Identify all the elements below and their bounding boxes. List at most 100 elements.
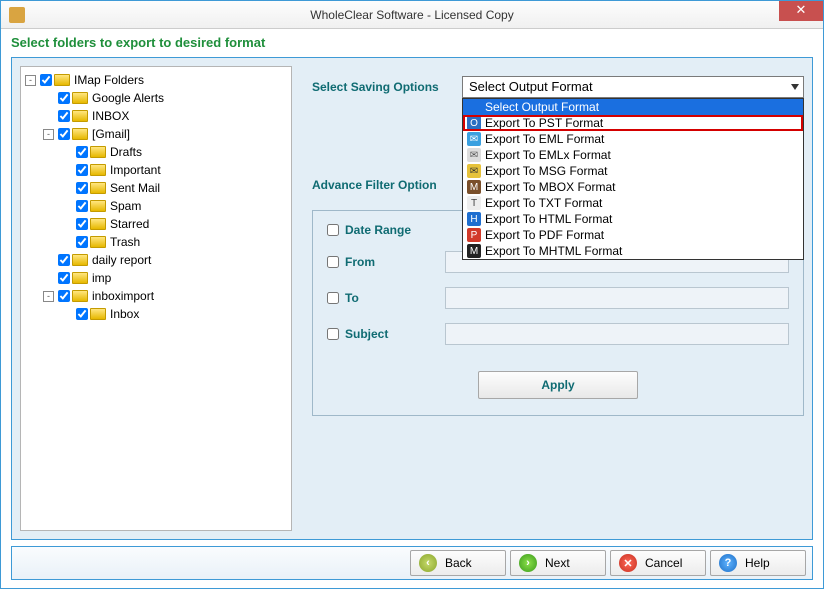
dropdown-option[interactable]: ✉Export To MSG Format [463, 163, 803, 179]
tree-item[interactable]: daily report [43, 251, 289, 269]
tree-item-label[interactable]: daily report [90, 251, 151, 269]
tree-checkbox[interactable] [76, 200, 88, 212]
apply-button[interactable]: Apply [478, 371, 638, 399]
saving-options-label: Select Saving Options [312, 80, 462, 94]
tree-item[interactable]: - [Gmail] [43, 125, 289, 143]
tree-checkbox[interactable] [76, 218, 88, 230]
date-range-checkbox-label[interactable]: Date Range [327, 223, 437, 237]
from-checkbox-label[interactable]: From [327, 255, 437, 269]
tree-item-label[interactable]: Trash [108, 233, 140, 251]
tree-item-label[interactable]: imp [90, 269, 111, 287]
tree-item[interactable]: Drafts [61, 143, 289, 161]
back-button-label: Back [445, 556, 472, 570]
content-panel: -IMap FoldersGoogle AlertsINBOX-[Gmail]D… [11, 57, 813, 540]
tree-item[interactable]: Important [61, 161, 289, 179]
from-checkbox[interactable] [327, 256, 339, 268]
folder-icon [90, 182, 106, 194]
tree-item-label[interactable]: Inbox [108, 305, 139, 323]
tree-checkbox[interactable] [76, 164, 88, 176]
format-icon: ✉ [467, 148, 481, 162]
dropdown-option[interactable]: HExport To HTML Format [463, 211, 803, 227]
cancel-button[interactable]: ✕ Cancel [610, 550, 706, 576]
tree-checkbox[interactable] [76, 146, 88, 158]
folder-icon [72, 128, 88, 140]
format-icon: M [467, 180, 481, 194]
tree-item[interactable]: Trash [61, 233, 289, 251]
output-format-selected[interactable]: Select Output Format [462, 76, 804, 98]
tree-checkbox[interactable] [76, 308, 88, 320]
tree-item[interactable]: Google Alerts [43, 89, 289, 107]
tree-item-label[interactable]: IMap Folders [72, 71, 144, 89]
tree-expander-icon[interactable]: - [43, 291, 54, 302]
dropdown-option[interactable]: MExport To MHTML Format [463, 243, 803, 259]
subject-checkbox-label[interactable]: Subject [327, 327, 437, 341]
dropdown-option[interactable]: ✉Export To EML Format [463, 131, 803, 147]
dropdown-option-label: Export To EMLx Format [485, 148, 611, 162]
dropdown-option-label: Select Output Format [485, 100, 599, 114]
dropdown-option[interactable]: Select Output Format [463, 99, 803, 115]
tree-checkbox[interactable] [76, 182, 88, 194]
tree-item-label[interactable]: inboximport [90, 287, 154, 305]
tree-item-label[interactable]: Sent Mail [108, 179, 160, 197]
tree-checkbox[interactable] [58, 272, 70, 284]
tree-item-label[interactable]: Google Alerts [90, 89, 164, 107]
folder-icon [90, 218, 106, 230]
tree-item[interactable]: - IMap Folders [25, 71, 289, 89]
tree-item-label[interactable]: Starred [108, 215, 149, 233]
dropdown-option[interactable]: PExport To PDF Format [463, 227, 803, 243]
subject-checkbox[interactable] [327, 328, 339, 340]
folder-tree-panel[interactable]: - IMap FoldersGoogle AlertsINBOX - [Gmail]D… [20, 66, 292, 531]
tree-item[interactable]: imp [43, 269, 289, 287]
dropdown-option-label: Export To MBOX Format [485, 180, 615, 194]
tree-item-label[interactable]: INBOX [90, 107, 129, 125]
tree-expander-icon[interactable]: - [25, 75, 36, 86]
to-input[interactable] [445, 287, 789, 309]
help-button[interactable]: ? Help [710, 550, 806, 576]
tree-item[interactable]: Spam [61, 197, 289, 215]
tree-item[interactable]: - inboximport [43, 287, 289, 305]
tree-expander-icon[interactable]: - [43, 129, 54, 140]
to-checkbox-label[interactable]: To [327, 291, 437, 305]
tree-checkbox[interactable] [40, 74, 52, 86]
dropdown-option[interactable]: ✉ Export To EMLx Format [463, 147, 803, 163]
folder-icon [72, 92, 88, 104]
to-checkbox[interactable] [327, 292, 339, 304]
options-panel: Select Saving Options Select Output Form… [312, 66, 804, 531]
tree-item-label[interactable]: Drafts [108, 143, 142, 161]
output-format-combo[interactable]: Select Output Format Select Output Forma… [462, 76, 804, 98]
tree-item[interactable]: Starred [61, 215, 289, 233]
window-title: WholeClear Software - Licensed Copy [1, 8, 823, 22]
tree-item-label[interactable]: Spam [108, 197, 141, 215]
dropdown-option-label: Export To TXT Format [485, 196, 602, 210]
folder-icon [90, 146, 106, 158]
back-button[interactable]: ‹ Back [410, 550, 506, 576]
folder-icon [72, 272, 88, 284]
help-button-label: Help [745, 556, 770, 570]
tree-item[interactable]: INBOX [43, 107, 289, 125]
next-button-label: Next [545, 556, 570, 570]
date-range-checkbox[interactable] [327, 224, 339, 236]
folder-icon [72, 254, 88, 266]
subject-input[interactable] [445, 323, 789, 345]
tree-item[interactable]: Inbox [61, 305, 289, 323]
format-icon: M [467, 244, 481, 258]
dropdown-option[interactable]: TExport To TXT Format [463, 195, 803, 211]
dropdown-option[interactable]: M Export To MBOX Format [463, 179, 803, 195]
next-button[interactable]: › Next [510, 550, 606, 576]
tree-checkbox[interactable] [58, 254, 70, 266]
close-button[interactable]: ✕ [779, 1, 823, 21]
tree-checkbox[interactable] [58, 290, 70, 302]
tree-item[interactable]: Sent Mail [61, 179, 289, 197]
tree-item-label[interactable]: Important [108, 161, 161, 179]
tree-checkbox[interactable] [76, 236, 88, 248]
from-text: From [345, 255, 375, 269]
folder-icon [90, 200, 106, 212]
tree-expander-blank [43, 93, 54, 104]
tree-expander-blank [61, 237, 72, 248]
output-format-dropdown[interactable]: Select Output FormatOExport To PST Forma… [462, 98, 804, 260]
tree-item-label[interactable]: [Gmail] [90, 125, 130, 143]
tree-checkbox[interactable] [58, 110, 70, 122]
dropdown-option[interactable]: OExport To PST Format [463, 115, 803, 131]
tree-checkbox[interactable] [58, 128, 70, 140]
tree-checkbox[interactable] [58, 92, 70, 104]
